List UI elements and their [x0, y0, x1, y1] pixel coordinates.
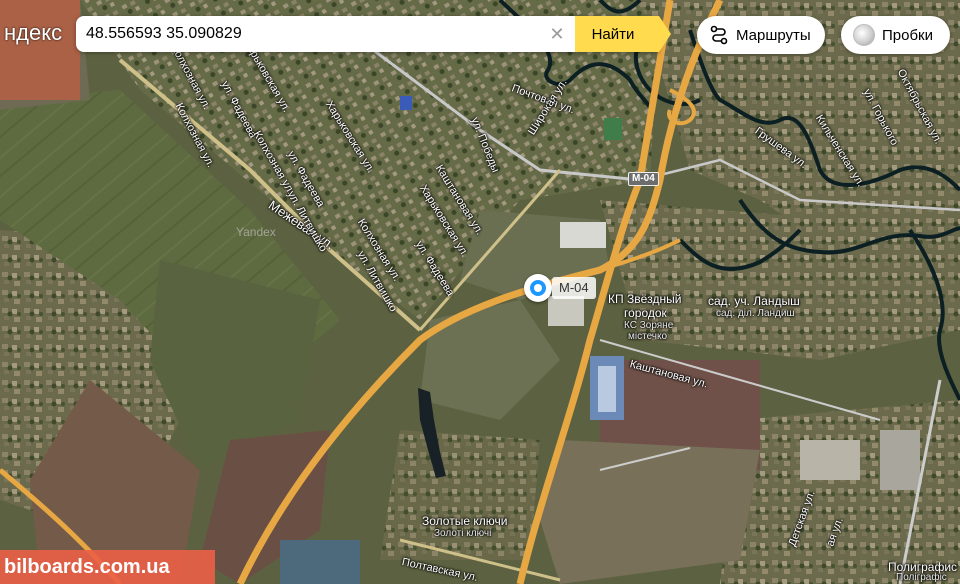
place-label-zoloti: Золоті ключі [434, 528, 492, 539]
clear-search-button[interactable]: ✕ [539, 16, 575, 52]
traffic-button[interactable]: Пробки [841, 16, 950, 54]
place-label-poligraf-ua: Поліграфіс [896, 572, 947, 583]
place-label-zorane: КС Зоряне [624, 320, 674, 331]
close-icon: ✕ [549, 23, 565, 44]
route-icon [710, 25, 728, 45]
traffic-label: Пробки [882, 26, 933, 44]
place-label-landysh-ua: сад. діл. Ландиш [716, 308, 795, 319]
routes-label: Маршруты [736, 26, 811, 44]
site-watermark: bilboards.com.ua [0, 550, 215, 584]
place-label-gorodok: городок [624, 306, 667, 320]
search-input[interactable] [76, 16, 539, 52]
marker-dot-icon [534, 284, 542, 292]
search-button[interactable]: Найти [575, 16, 671, 52]
road-shield-m04: М-04 [628, 172, 659, 186]
place-label-landysh: сад. уч. Ландыш [708, 294, 800, 308]
marker-label[interactable]: М-04 [552, 277, 596, 299]
imagery-watermark: Yandex [236, 225, 276, 239]
routes-button[interactable]: Маршруты [697, 16, 825, 54]
place-label-zvezdny: КП Звёздный [608, 292, 682, 306]
location-marker[interactable] [524, 274, 552, 302]
logo-area: ндекс [0, 0, 80, 100]
place-label-mistechko: містечко [628, 331, 668, 342]
traffic-light-icon [853, 24, 875, 46]
yandex-logo: ндекс [4, 20, 63, 45]
place-label-zolotye: Золотые ключи [422, 514, 508, 528]
search-bar: ✕ Найти [76, 16, 671, 52]
